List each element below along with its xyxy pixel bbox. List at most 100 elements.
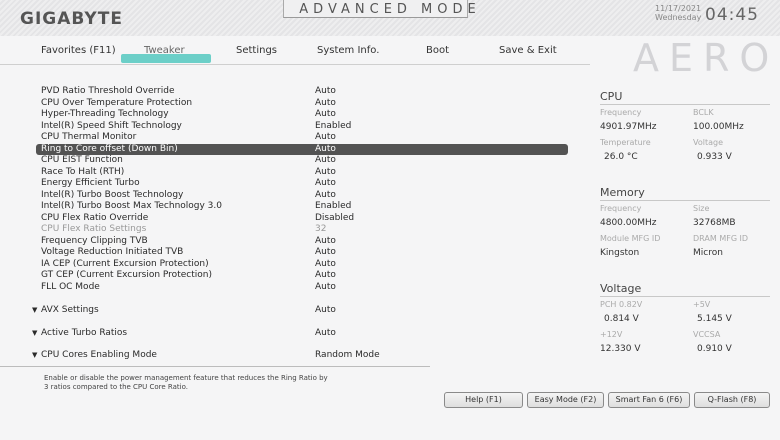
submenu-label: AVX Settings <box>41 305 99 315</box>
tab-tweaker[interactable]: Tweaker <box>144 45 185 56</box>
submenu-active-turbo-ratios[interactable]: ▼ Active Turbo Ratios Auto <box>32 328 568 339</box>
p12v-value: 12.330 V <box>600 344 641 354</box>
memory-size-label: Size <box>693 204 710 213</box>
setting-label: IA CEP (Current Excursion Protection) <box>41 258 209 269</box>
setting-row[interactable]: Hyper-Threading Technology Auto <box>36 109 568 120</box>
setting-label: CPU Flex Ratio Settings <box>41 224 147 234</box>
submenu-cpu-cores-enabling-mode[interactable]: ▼ CPU Cores Enabling Mode Random Mode <box>32 350 568 361</box>
easy-mode-button[interactable]: Easy Mode (F2) <box>527 392 604 408</box>
triangle-down-icon: ▼ <box>32 329 38 337</box>
pch-voltage-label: PCH 0.82V <box>600 300 643 309</box>
setting-row[interactable]: Race To Halt (RTH) Auto <box>36 167 568 178</box>
tab-favorites[interactable]: Favorites (F11) <box>41 45 116 56</box>
setting-value: Auto <box>315 97 336 108</box>
setting-label: Ring to Core offset (Down Bin) <box>41 143 178 154</box>
setting-value: Enabled <box>315 120 352 131</box>
setting-label: PVD Ratio Threshold Override <box>41 86 175 96</box>
setting-label: Voltage Reduction Initiated TVB <box>41 247 184 257</box>
setting-label: Race To Halt (RTH) <box>41 166 125 177</box>
cpu-section-line <box>600 104 770 105</box>
setting-label: GT CEP (Current Excursion Protection) <box>41 270 212 280</box>
cpu-bclk-value: 100.00MHz <box>693 122 744 132</box>
setting-value: Auto <box>315 189 336 200</box>
help-button[interactable]: Help (F1) <box>444 392 523 408</box>
setting-label: CPU EIST Function <box>41 155 123 165</box>
setting-row-disabled: CPU Flex Ratio Settings 32 <box>36 224 568 235</box>
setting-value: Auto <box>315 247 336 257</box>
setting-value: 32 <box>315 224 327 234</box>
cpu-temperature-label: Temperature <box>600 138 651 147</box>
module-mfg-label: Module MFG ID <box>600 234 661 243</box>
submenu-value: Auto <box>315 328 336 338</box>
setting-row[interactable]: Energy Efficient Turbo Auto <box>36 178 568 189</box>
tab-save-exit[interactable]: Save & Exit <box>499 45 557 56</box>
submenu-label: Active Turbo Ratios <box>41 328 128 338</box>
help-line-2: 3 ratios compared to the CPU Core Ratio. <box>44 383 188 391</box>
setting-label: CPU Flex Ratio Override <box>41 212 149 223</box>
pch-voltage-value: 0.814 V <box>604 314 639 324</box>
dram-mfg-label: DRAM MFG ID <box>693 234 749 243</box>
memory-size-value: 32768MB <box>693 218 736 228</box>
setting-row[interactable]: Intel(R) Speed Shift Technology Enabled <box>36 121 568 132</box>
setting-row[interactable]: Frequency Clipping TVB Auto <box>36 236 568 247</box>
vccsa-label: VCCSA <box>693 330 721 339</box>
setting-label: CPU Over Temperature Protection <box>41 97 193 108</box>
setting-row[interactable]: CPU Over Temperature Protection Auto <box>36 98 568 109</box>
cpu-bclk-label: BCLK <box>693 108 714 117</box>
setting-row[interactable]: Voltage Reduction Initiated TVB Auto <box>36 247 568 258</box>
setting-row[interactable]: PVD Ratio Threshold Override Auto <box>36 86 568 97</box>
submenu-avx-settings[interactable]: ▼ AVX Settings Auto <box>32 305 568 316</box>
setting-label: Intel(R) Speed Shift Technology <box>41 120 182 131</box>
setting-label: Frequency Clipping TVB <box>41 235 148 246</box>
vccsa-value: 0.910 V <box>697 344 732 354</box>
clock: 04:45 <box>705 5 759 25</box>
setting-value: Auto <box>315 178 336 188</box>
q-flash-button[interactable]: Q-Flash (F8) <box>694 392 770 408</box>
module-mfg-value: Kingston <box>600 248 640 258</box>
help-divider <box>0 366 430 367</box>
memory-frequency-label: Frequency <box>600 204 642 213</box>
setting-row[interactable]: Intel(R) Turbo Boost Technology Auto <box>36 190 568 201</box>
weekday-text: Wednesday <box>655 13 702 22</box>
p12v-label: +12V <box>600 330 623 339</box>
setting-row-selected[interactable]: Ring to Core offset (Down Bin) Auto <box>36 143 568 155</box>
setting-row[interactable]: GT CEP (Current Excursion Protection) Aut… <box>36 270 568 281</box>
setting-value: Enabled <box>315 201 352 211</box>
setting-label: FLL OC Mode <box>41 281 100 292</box>
memory-section-title: Memory <box>600 186 645 199</box>
p5v-value: 5.145 V <box>697 314 732 324</box>
setting-row[interactable]: CPU Flex Ratio Override Disabled <box>36 213 568 224</box>
memory-frequency-value: 4800.00MHz <box>600 218 657 228</box>
setting-label: Energy Efficient Turbo <box>41 178 140 188</box>
setting-value: Auto <box>315 270 336 280</box>
setting-value: Auto <box>315 155 336 165</box>
aero-logo: AERO <box>633 36 780 80</box>
tab-system-info[interactable]: System Info. <box>317 45 379 56</box>
setting-row[interactable]: IA CEP (Current Excursion Protection) Aut… <box>36 259 568 270</box>
voltage-section-title: Voltage <box>600 282 642 295</box>
setting-row[interactable]: Intel(R) Turbo Boost Max Technology 3.0 E… <box>36 201 568 212</box>
setting-value: Auto <box>315 143 336 154</box>
triangle-down-icon: ▼ <box>32 306 38 314</box>
submenu-label: CPU Cores Enabling Mode <box>41 350 157 360</box>
cpu-temperature-value: 26.0 °C <box>604 152 638 162</box>
setting-value: Auto <box>315 281 336 292</box>
triangle-down-icon: ▼ <box>32 351 38 359</box>
tab-settings[interactable]: Settings <box>236 45 277 56</box>
setting-value: Auto <box>315 258 336 269</box>
cpu-frequency-value: 4901.97MHz <box>600 122 657 132</box>
setting-row[interactable]: FLL OC Mode Auto <box>36 282 568 293</box>
smart-fan-button[interactable]: Smart Fan 6 (F6) <box>608 392 690 408</box>
submenu-value: Auto <box>315 305 336 315</box>
tab-boot[interactable]: Boot <box>426 45 449 56</box>
memory-section-line <box>600 200 770 201</box>
cpu-section-title: CPU <box>600 90 623 103</box>
tab-divider <box>0 64 590 65</box>
setting-value: Auto <box>315 86 336 96</box>
setting-value: Auto <box>315 109 336 119</box>
date-text: 11/17/2021 <box>655 4 702 13</box>
setting-value: Auto <box>315 132 336 142</box>
setting-row[interactable]: CPU EIST Function Auto <box>36 155 568 166</box>
setting-label: Hyper-Threading Technology <box>41 109 169 119</box>
setting-row[interactable]: CPU Thermal Monitor Auto <box>36 132 568 143</box>
